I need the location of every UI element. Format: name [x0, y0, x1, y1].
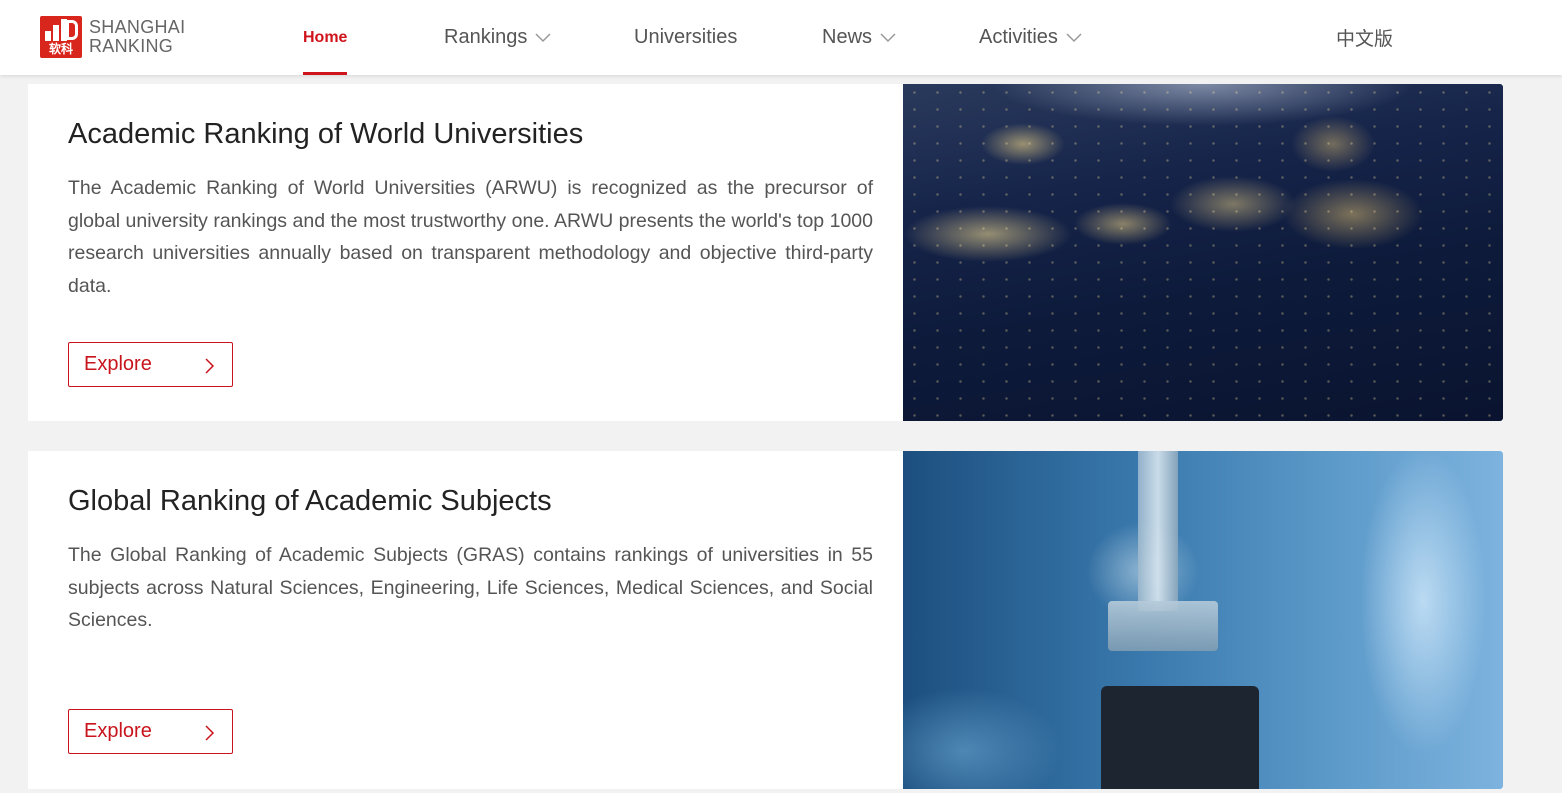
nav-rankings[interactable]: Rankings — [444, 0, 551, 75]
explore-button-label: Explore — [84, 720, 152, 742]
logo-line-2: RANKING — [89, 36, 174, 56]
logo-wordmark: SHANGHAI RANKING — [89, 18, 185, 56]
site-header: 软科 SHANGHAI RANKING Home Rankings Univer… — [0, 0, 1562, 75]
earth-at-night-image[interactable] — [903, 84, 1503, 421]
nav-home-label: Home — [303, 28, 348, 46]
nav-home[interactable]: Home — [303, 0, 348, 75]
nav-universities-label: Universities — [634, 26, 738, 48]
chevron-down-icon — [880, 32, 896, 43]
nav-activities-label: Activities — [979, 26, 1058, 48]
card-description: The Global Ranking of Academic Subjects … — [68, 544, 873, 631]
arwu-card: Academic Ranking of World Universities T… — [28, 84, 1503, 421]
gras-card: Global Ranking of Academic Subjects The … — [28, 451, 1503, 789]
chevron-right-icon — [205, 357, 215, 380]
explore-button[interactable]: Explore — [68, 709, 233, 754]
explore-button-label: Explore — [84, 353, 152, 375]
chevron-down-icon — [1066, 32, 1082, 43]
language-switch[interactable]: 中文版 — [1336, 0, 1393, 75]
shanghai-ranking-logo[interactable]: 软科 SHANGHAI RANKING — [40, 15, 185, 59]
logo-mark-text: 软科 — [48, 42, 73, 56]
language-switch-label: 中文版 — [1336, 28, 1394, 50]
card-title: Academic Ranking of World Universities — [68, 118, 584, 150]
logo-line-1: SHANGHAI — [89, 17, 186, 37]
explore-button[interactable]: Explore — [68, 342, 233, 387]
logo-mark-icon: 软科 — [40, 16, 82, 58]
nav-rankings-label: Rankings — [444, 26, 528, 48]
nav-activities[interactable]: Activities — [979, 0, 1082, 75]
card-description: The Academic Ranking of World Universiti… — [68, 177, 873, 297]
robotic-arm-image[interactable] — [903, 451, 1503, 789]
nav-news[interactable]: News — [822, 0, 896, 75]
chevron-right-icon — [205, 724, 215, 747]
card-title: Global Ranking of Academic Subjects — [68, 485, 552, 517]
nav-universities[interactable]: Universities — [634, 0, 737, 75]
nav-news-label: News — [822, 26, 873, 48]
chevron-down-icon — [535, 32, 551, 43]
